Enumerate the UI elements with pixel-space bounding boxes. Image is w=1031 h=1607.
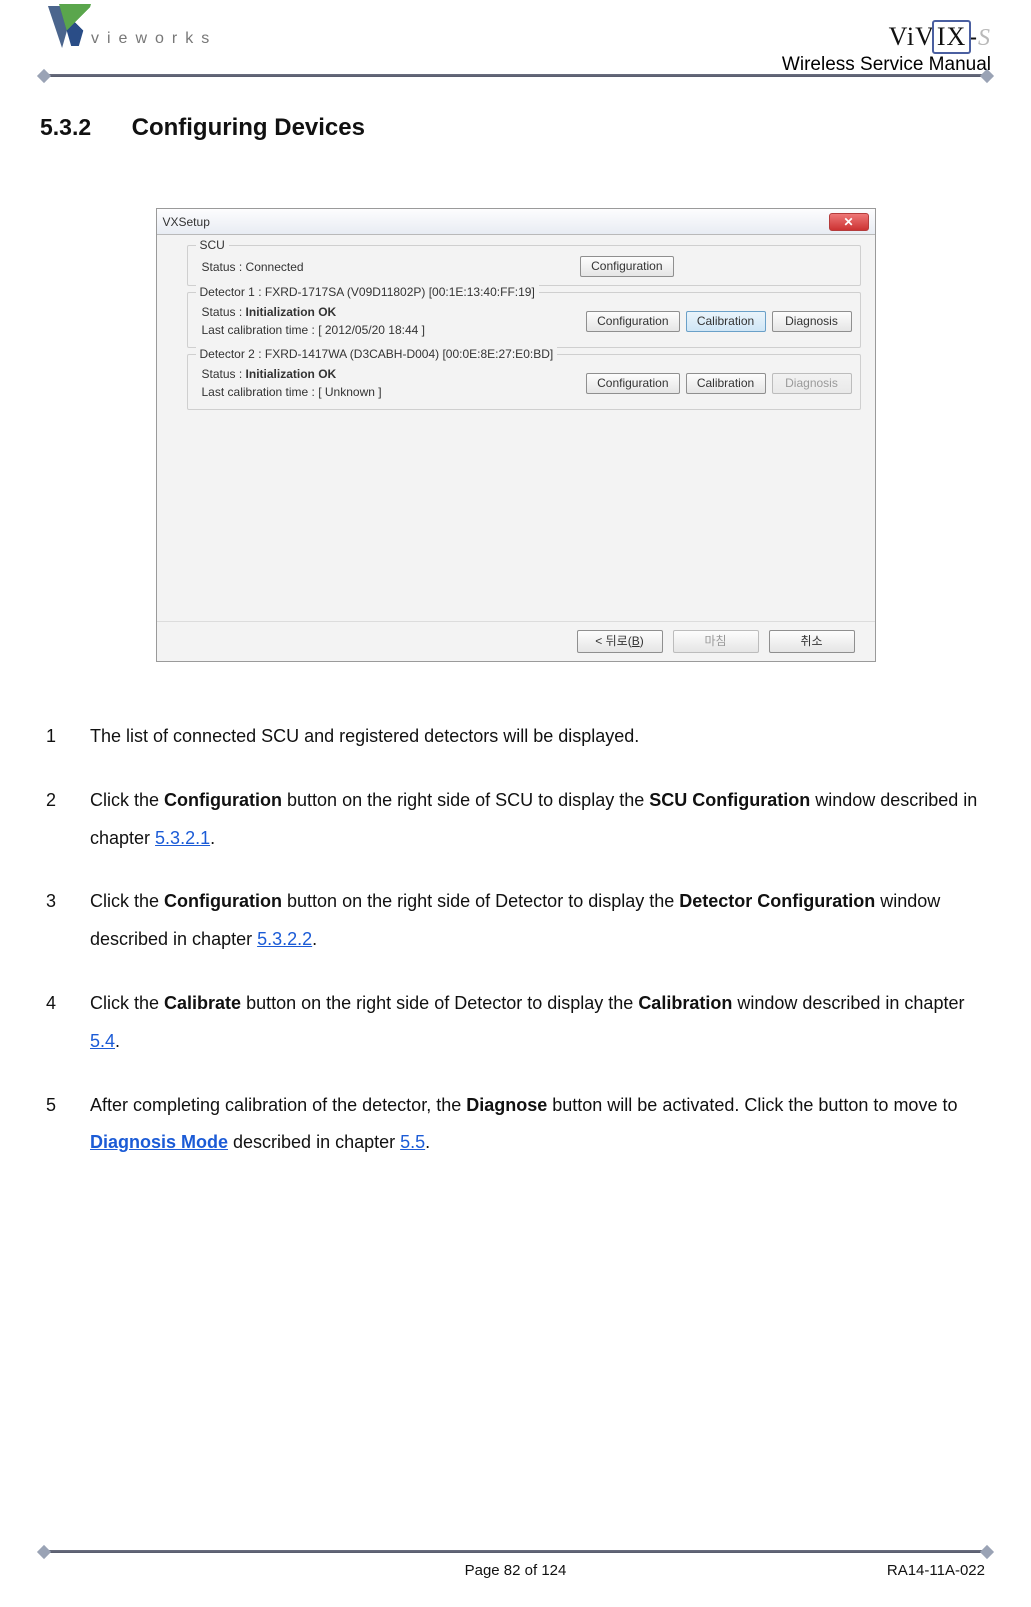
detector-group: Detector 2 : FXRD-1417WA (D3CABH-D004) [… <box>187 354 861 410</box>
text: button on the right side of Detector to … <box>282 891 679 911</box>
step-number: 2 <box>46 782 66 858</box>
diagnosis-button[interactable]: Diagnosis <box>772 311 852 332</box>
xref-link[interactable]: 5.5 <box>400 1132 425 1152</box>
step-number: 5 <box>46 1087 66 1163</box>
brand-wordmark: vieworks <box>91 30 217 50</box>
status-value: Initialization OK <box>246 367 337 381</box>
text: After completing calibration of the dete… <box>90 1095 466 1115</box>
text: button on the right side of SCU to displ… <box>282 790 649 810</box>
calibration-button[interactable]: Calibration <box>686 311 766 332</box>
bold-text: Detector Configuration <box>679 891 875 911</box>
bold-text: Diagnose <box>466 1095 547 1115</box>
scu-group: SCU Status : Connected Configuration <box>187 245 861 286</box>
step-item: 1 The list of connected SCU and registere… <box>46 718 983 756</box>
step-number: 1 <box>46 718 66 756</box>
scu-configuration-button[interactable]: Configuration <box>580 256 673 277</box>
text: button will be activated. Click the butt… <box>547 1095 957 1115</box>
brand-logo: vieworks <box>45 4 217 50</box>
page-footer: Page 82 of 124 RA14-11A-022 <box>40 1550 991 1579</box>
product-part-a: ViV <box>889 22 935 51</box>
text: Click the <box>90 790 164 810</box>
bold-text: Calibration <box>638 993 732 1013</box>
text: button on the right side of Detector to … <box>241 993 638 1013</box>
rule-diamond-icon <box>37 1545 51 1559</box>
product-part-ix: IX <box>935 22 968 52</box>
step-text: Click the Configuration button on the ri… <box>90 782 983 858</box>
finish-button[interactable]: 마침 <box>673 630 759 653</box>
xref-link[interactable]: 5.3.2.1 <box>155 828 210 848</box>
status-label: Status : <box>202 305 246 319</box>
calib-time: Last calibration time : [ 2012/05/20 18:… <box>202 321 581 339</box>
xref-link[interactable]: Diagnosis Mode <box>90 1132 228 1152</box>
section-title: Configuring Devices <box>132 114 365 141</box>
close-icon: ✕ <box>843 216 853 228</box>
header-right: ViVIX-S Wireless Service Manual <box>782 22 991 76</box>
detector-legend: Detector 1 : FXRD-1717SA (V09D11802P) [0… <box>196 285 539 299</box>
step-item: 5 After completing calibration of the det… <box>46 1087 983 1163</box>
configuration-button[interactable]: Configuration <box>586 311 679 332</box>
text: window described in chapter <box>732 993 964 1013</box>
step-item: 3 Click the Configuration button on the r… <box>46 883 983 959</box>
bold-text: Calibrate <box>164 993 241 1013</box>
section-number: 5.3.2 <box>40 114 91 140</box>
bold-text: Configuration <box>164 891 282 911</box>
bold-text: Configuration <box>164 790 282 810</box>
rule-diamond-icon <box>37 69 51 83</box>
xref-link[interactable]: 5.3.2.2 <box>257 929 312 949</box>
status-value: Initialization OK <box>246 305 337 319</box>
status-label: Status : <box>202 367 246 381</box>
detector-info: Status : Initialization OK Last calibrati… <box>196 303 581 339</box>
detector-info: Status : Initialization OK Last calibrati… <box>196 365 581 401</box>
back-button[interactable]: < 뒤로(B) <box>577 630 663 653</box>
detector-group: Detector 1 : FXRD-1717SA (V09D11802P) [0… <box>187 292 861 348</box>
xref-link[interactable]: 5.4 <box>90 1031 115 1051</box>
step-item: 2 Click the Configuration button on the r… <box>46 782 983 858</box>
text: . <box>425 1132 430 1152</box>
window-title: VXSetup <box>163 215 210 229</box>
step-text: Click the Configuration button on the ri… <box>90 883 983 959</box>
calib-time: Last calibration time : [ Unknown ] <box>202 383 581 401</box>
vxsetup-window: VXSetup ✕ SCU Status : Connected Configu… <box>156 208 876 662</box>
bold-text: SCU Configuration <box>649 790 810 810</box>
cancel-button[interactable]: 취소 <box>769 630 855 653</box>
footer-rule <box>40 1550 991 1556</box>
text: . <box>312 929 317 949</box>
step-text: The list of connected SCU and registered… <box>90 718 983 756</box>
step-list: 1 The list of connected SCU and registere… <box>46 718 983 1162</box>
calibration-button[interactable]: Calibration <box>686 373 766 394</box>
text: described in chapter <box>228 1132 400 1152</box>
text: . <box>115 1031 120 1051</box>
rule-diamond-icon <box>980 1545 994 1559</box>
step-item: 4 Click the Calibrate button on the right… <box>46 985 983 1061</box>
product-logo: ViVIX-S <box>782 22 991 52</box>
step-text: After completing calibration of the dete… <box>90 1087 983 1163</box>
window-titlebar: VXSetup ✕ <box>157 209 875 235</box>
step-text: Click the Calibrate button on the right … <box>90 985 983 1061</box>
diagnosis-button: Diagnosis <box>772 373 852 394</box>
text: Click the <box>90 891 164 911</box>
section-heading: 5.3.2 Configuring Devices <box>40 114 991 142</box>
window-footer: < 뒤로(B) 마침 취소 <box>157 621 875 661</box>
detector-legend: Detector 2 : FXRD-1417WA (D3CABH-D004) [… <box>196 347 558 361</box>
header-rule <box>40 74 991 80</box>
doc-title: Wireless Service Manual <box>782 54 991 76</box>
scu-status: Status : Connected <box>196 258 575 276</box>
scu-legend: SCU <box>196 238 229 252</box>
text: The list of connected SCU and registered… <box>90 726 639 746</box>
brand-mark-icon <box>45 4 91 50</box>
step-number: 3 <box>46 883 66 959</box>
close-button[interactable]: ✕ <box>829 213 869 231</box>
text: Click the <box>90 993 164 1013</box>
configuration-button[interactable]: Configuration <box>586 373 679 394</box>
page-number: Page 82 of 124 <box>40 1562 991 1579</box>
text: . <box>210 828 215 848</box>
step-number: 4 <box>46 985 66 1061</box>
product-part-s: S <box>978 25 991 51</box>
page-header: vieworks ViVIX-S Wireless Service Manual <box>40 0 991 80</box>
